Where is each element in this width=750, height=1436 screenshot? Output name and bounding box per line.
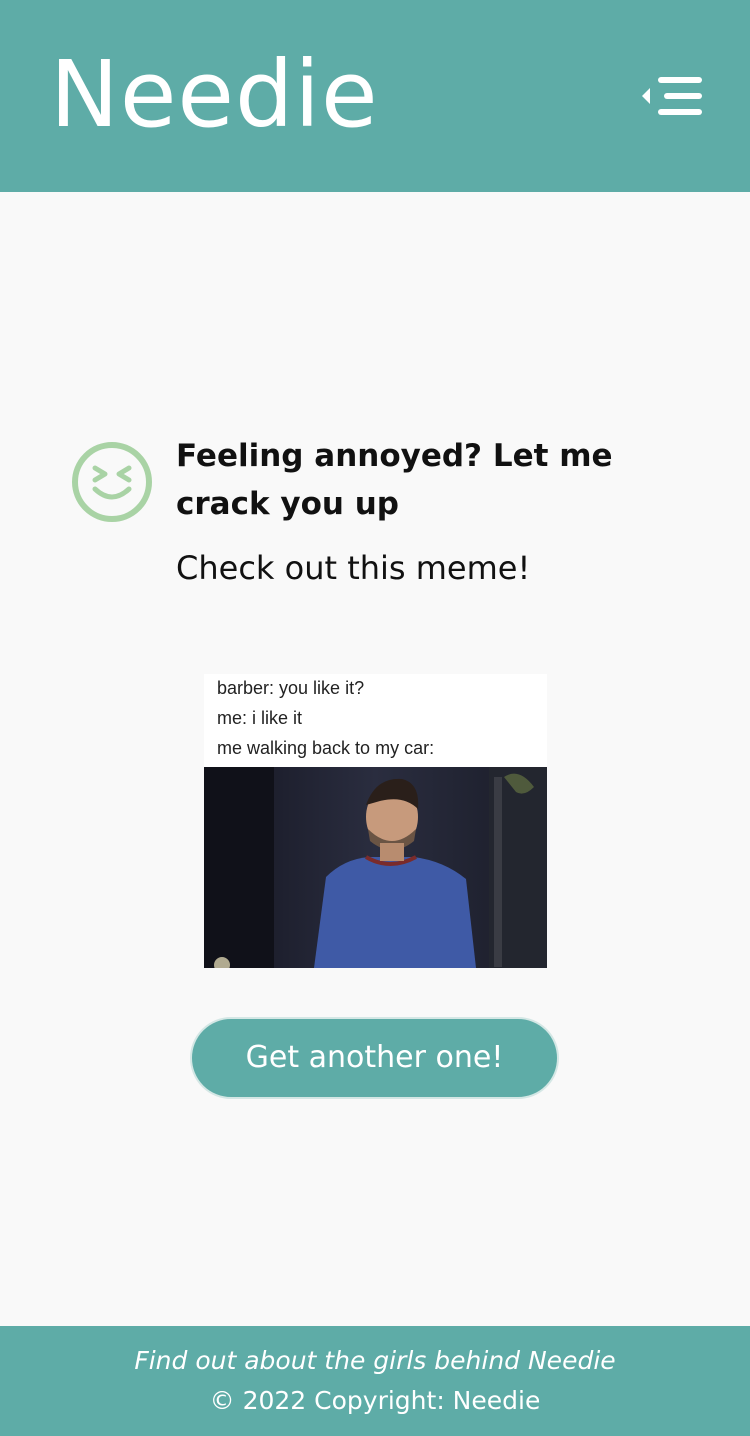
brand-logo[interactable]: Needie (50, 40, 379, 150)
site-footer: Find out about the girls behind Needie ©… (0, 1326, 750, 1436)
menu-toggle-button[interactable] (640, 74, 706, 118)
meme-photo (204, 767, 547, 968)
about-link[interactable]: Find out about the girls behind Needie (0, 1346, 750, 1375)
menu-collapse-icon (642, 77, 702, 115)
get-another-meme-button[interactable]: Get another one! (190, 1017, 559, 1099)
meme-caption-line: me: i like it (217, 708, 303, 728)
meme-caption-line: me walking back to my car: (217, 738, 435, 758)
copyright-text: © 2022 Copyright: Needie (209, 1386, 541, 1415)
mood-title: Feeling annoyed? Let me crack you up (176, 438, 613, 522)
meme-image: barber: you like it? me: i like it me wa… (204, 674, 547, 968)
main-content: Feeling annoyed? Let me crack you up Che… (0, 192, 750, 1326)
meme-caption-line: barber: you like it? (217, 678, 365, 698)
mood-subtitle: Check out this meme! (176, 549, 531, 587)
app-header: Needie (0, 0, 750, 192)
laughing-face-icon (71, 441, 153, 523)
